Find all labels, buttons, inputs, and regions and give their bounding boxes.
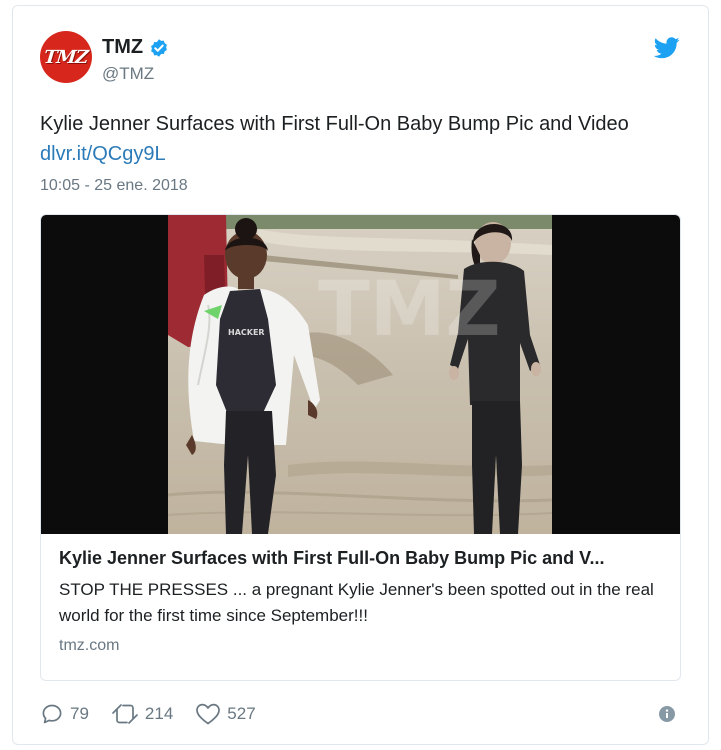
link-card[interactable]: HACKER TMZ Kylie Jenner Surfaces with Fi… <box>40 214 681 681</box>
image-watermark: TMZ <box>318 264 501 353</box>
author-name-row[interactable]: TMZ <box>102 36 169 59</box>
avatar-logo-text: TMZ <box>43 46 89 68</box>
tweet-timestamp[interactable]: 10:05 - 25 ene. 2018 <box>40 177 188 195</box>
like-button[interactable]: 527 <box>195 702 256 726</box>
card-body[interactable]: Kylie Jenner Surfaces with First Full-On… <box>41 534 680 669</box>
info-icon[interactable] <box>659 706 675 722</box>
author-display-name[interactable]: TMZ <box>102 36 143 59</box>
tweet-text: Kylie Jenner Surfaces with First Full-On… <box>40 109 680 169</box>
card-photo: HACKER TMZ <box>168 215 552 534</box>
twitter-bird-icon[interactable] <box>653 37 680 59</box>
reply-icon <box>42 704 62 724</box>
avatar[interactable]: TMZ <box>40 31 92 83</box>
embedded-tweet: TMZ TMZ @TMZ Kylie Jenner Surfaces with … <box>12 5 709 745</box>
tweet-actions: 79 214 527 <box>40 702 278 726</box>
shirt-print-text: HACKER <box>228 328 265 337</box>
tweet-body: Kylie Jenner Surfaces with First Full-On… <box>40 113 629 135</box>
reply-button[interactable]: 79 <box>40 702 89 726</box>
retweet-icon <box>112 704 138 724</box>
retweet-count: 214 <box>144 704 174 723</box>
reply-count: 79 <box>70 704 89 723</box>
card-description: STOP THE PRESSES ... a pregnant Kylie Je… <box>59 580 654 625</box>
verified-badge-icon <box>149 38 169 58</box>
tweet-link[interactable]: dlvr.it/QCgy9L <box>40 143 166 165</box>
card-domain: tmz.com <box>59 637 120 654</box>
retweet-button[interactable]: 214 <box>111 702 173 726</box>
like-count: 527 <box>227 704 256 723</box>
author-handle[interactable]: @TMZ <box>102 64 154 84</box>
heart-icon <box>196 703 221 725</box>
card-title[interactable]: Kylie Jenner Surfaces with First Full-On… <box>59 548 662 569</box>
card-media[interactable]: HACKER TMZ <box>41 215 680 534</box>
